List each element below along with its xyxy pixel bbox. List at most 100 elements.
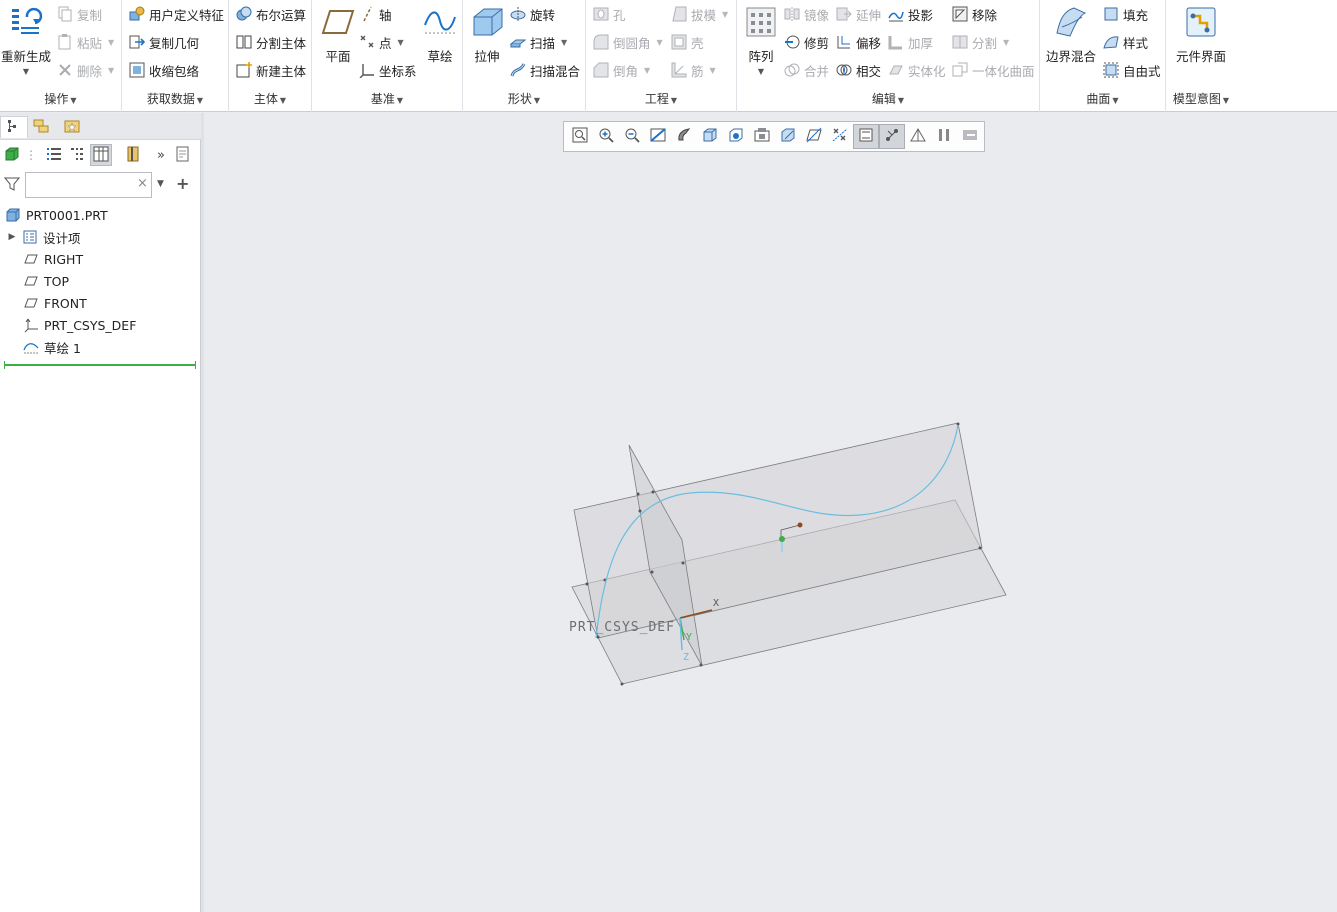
chevron-down-icon[interactable]: ▼ bbox=[722, 10, 728, 19]
freestyle-button[interactable]: 自由式 bbox=[1102, 59, 1161, 81]
copy-geometry-button[interactable]: 复制几何 bbox=[128, 31, 199, 53]
insert-indicator[interactable] bbox=[4, 361, 196, 369]
boundary-blend-button[interactable]: 边界混合 bbox=[1046, 4, 1096, 65]
repaint-button[interactable] bbox=[645, 124, 671, 149]
chevron-down-icon[interactable]: ▼ bbox=[561, 38, 567, 47]
group-label-surfaces[interactable]: 曲面 ▼ bbox=[1040, 90, 1165, 107]
perspective-button[interactable] bbox=[749, 124, 775, 149]
rib-button[interactable]: 筋 ▼ bbox=[670, 59, 716, 81]
group-label-engineering[interactable]: 工程 ▼ bbox=[586, 90, 736, 107]
chevron-down-icon[interactable]: ▼ bbox=[23, 67, 29, 76]
csys-button[interactable]: 坐标系 bbox=[358, 59, 417, 81]
delete-button[interactable]: 删除 ▼ bbox=[56, 59, 114, 81]
project-button[interactable]: 投影 bbox=[887, 3, 933, 25]
group-label-datum[interactable]: 基准 ▼ bbox=[312, 90, 462, 107]
search-input[interactable] bbox=[25, 172, 152, 198]
group-label-editing[interactable]: 编辑 ▼ bbox=[737, 90, 1039, 107]
expand-arrow-icon[interactable]: ▶ bbox=[6, 232, 18, 242]
add-filter-icon[interactable]: + bbox=[176, 174, 189, 193]
spin-center-button[interactable] bbox=[879, 124, 905, 149]
merge-button[interactable]: 合并 bbox=[783, 59, 829, 81]
offset-button[interactable]: 偏移 bbox=[835, 31, 881, 53]
datum-display-button[interactable] bbox=[801, 124, 827, 149]
section-button[interactable] bbox=[775, 124, 801, 149]
boolean-button[interactable]: 布尔运算 bbox=[235, 3, 306, 25]
group-label-shapes[interactable]: 形状 ▼ bbox=[463, 90, 585, 107]
tree-filter-button[interactable] bbox=[66, 144, 88, 166]
chevron-down-icon[interactable]: ▼ bbox=[157, 179, 164, 189]
notebook-button[interactable] bbox=[122, 144, 144, 166]
graphics-window[interactable]: PRT_CSYS_DEF X Y Z bbox=[204, 113, 1337, 912]
udf-button[interactable]: 用户定义特征 bbox=[128, 3, 224, 25]
group-label-operations[interactable]: 操作 ▼ bbox=[0, 90, 121, 107]
thicken-button[interactable]: 加厚 bbox=[887, 31, 933, 53]
appearance-button[interactable] bbox=[905, 124, 931, 149]
trim-button[interactable]: 修剪 bbox=[783, 31, 829, 53]
split-button[interactable]: 分割 ▼ bbox=[951, 31, 1009, 53]
regenerate-button[interactable]: 重新生成 ▼ bbox=[1, 4, 51, 76]
swept-blend-button[interactable]: 扫描混合 bbox=[509, 59, 580, 81]
draft-button[interactable]: 拔模 ▼ bbox=[670, 3, 728, 25]
chevron-down-icon[interactable]: ▼ bbox=[398, 38, 404, 47]
sketch-button[interactable]: 草绘 bbox=[422, 4, 458, 65]
sweep-button[interactable]: 扫描 ▼ bbox=[509, 31, 567, 53]
group-label-model-intent[interactable]: 模型意图 ▼ bbox=[1166, 90, 1236, 107]
extend-button[interactable]: 延伸 bbox=[835, 3, 881, 25]
tree-item-top[interactable]: TOP bbox=[0, 270, 201, 292]
refit-button[interactable] bbox=[567, 124, 593, 149]
tab-model-tree[interactable] bbox=[0, 116, 28, 138]
tab-favorites[interactable] bbox=[58, 116, 86, 138]
axis-button[interactable]: 轴 bbox=[358, 3, 392, 25]
plane-button[interactable]: 平面 bbox=[320, 4, 356, 65]
filter-icon[interactable] bbox=[3, 176, 21, 195]
mirror-button[interactable]: 镜像 bbox=[783, 3, 829, 25]
exit-button[interactable] bbox=[957, 124, 983, 149]
tab-layers[interactable] bbox=[27, 116, 55, 138]
group-label-get-data[interactable]: 获取数据 ▼ bbox=[122, 90, 228, 107]
chevron-down-icon[interactable]: ▼ bbox=[108, 66, 114, 75]
tree-item-csys[interactable]: PRT_CSYS_DEF bbox=[0, 314, 201, 336]
pattern-button[interactable]: 阵列 ▼ bbox=[743, 4, 779, 76]
chevron-down-icon[interactable]: ▼ bbox=[108, 38, 114, 47]
tree-item-right[interactable]: RIGHT bbox=[0, 248, 201, 270]
chevron-down-icon[interactable]: ▼ bbox=[657, 38, 663, 47]
chevron-down-icon[interactable]: ▼ bbox=[1003, 38, 1009, 47]
csys-display-button[interactable] bbox=[853, 124, 879, 149]
tree-item-front[interactable]: FRONT bbox=[0, 292, 201, 314]
group-label-body[interactable]: 主体 ▼ bbox=[229, 90, 311, 107]
view-manager-button[interactable] bbox=[723, 124, 749, 149]
column-display-button[interactable] bbox=[90, 144, 112, 166]
shell-button[interactable]: 壳 bbox=[670, 31, 704, 53]
shrinkwrap-button[interactable]: 收缩包络 bbox=[128, 59, 199, 81]
hole-button[interactable]: 孔 bbox=[592, 3, 626, 25]
fill-button[interactable]: 填充 bbox=[1102, 3, 1148, 25]
round-button[interactable]: 倒圆角 ▼ bbox=[592, 31, 663, 53]
point-button[interactable]: 点 ▼ bbox=[358, 31, 404, 53]
intersect-button[interactable]: 相交 bbox=[835, 59, 881, 81]
tree-item-design-items[interactable]: ▶ 设计项 bbox=[0, 226, 201, 248]
extrude-button[interactable]: 拉伸 bbox=[469, 4, 505, 65]
display-style-button[interactable] bbox=[671, 124, 697, 149]
style-button[interactable]: 样式 bbox=[1102, 31, 1148, 53]
paste-button[interactable]: 粘贴 ▼ bbox=[56, 31, 114, 53]
chevron-down-icon[interactable]: ▼ bbox=[758, 67, 764, 76]
clear-search-icon[interactable]: × bbox=[137, 176, 148, 191]
chevron-down-icon[interactable]: ▼ bbox=[710, 66, 716, 75]
saved-orientations-button[interactable] bbox=[697, 124, 723, 149]
copy-button[interactable]: 复制 bbox=[56, 3, 102, 25]
solidify-button[interactable]: 实体化 bbox=[887, 59, 946, 81]
unify-surface-button[interactable]: 一体化曲面 bbox=[951, 59, 1035, 81]
chamfer-button[interactable]: 倒角 ▼ bbox=[592, 59, 650, 81]
revolve-button[interactable]: 旋转 bbox=[509, 3, 555, 25]
tree-item-sketch[interactable]: 草绘 1 bbox=[0, 336, 201, 358]
more-button[interactable]: » bbox=[150, 144, 172, 166]
show-settings-button[interactable] bbox=[172, 144, 194, 166]
component-interface-button[interactable]: 元件界面 bbox=[1176, 4, 1226, 65]
tree-settings-button[interactable] bbox=[43, 144, 65, 166]
new-body-button[interactable]: 新建主体 bbox=[235, 59, 306, 81]
pause-button[interactable] bbox=[931, 124, 957, 149]
zoom-out-button[interactable] bbox=[619, 124, 645, 149]
remove-button[interactable]: 移除 bbox=[951, 3, 997, 25]
chevron-down-icon[interactable]: ▼ bbox=[644, 66, 650, 75]
annotation-display-button[interactable] bbox=[827, 124, 853, 149]
